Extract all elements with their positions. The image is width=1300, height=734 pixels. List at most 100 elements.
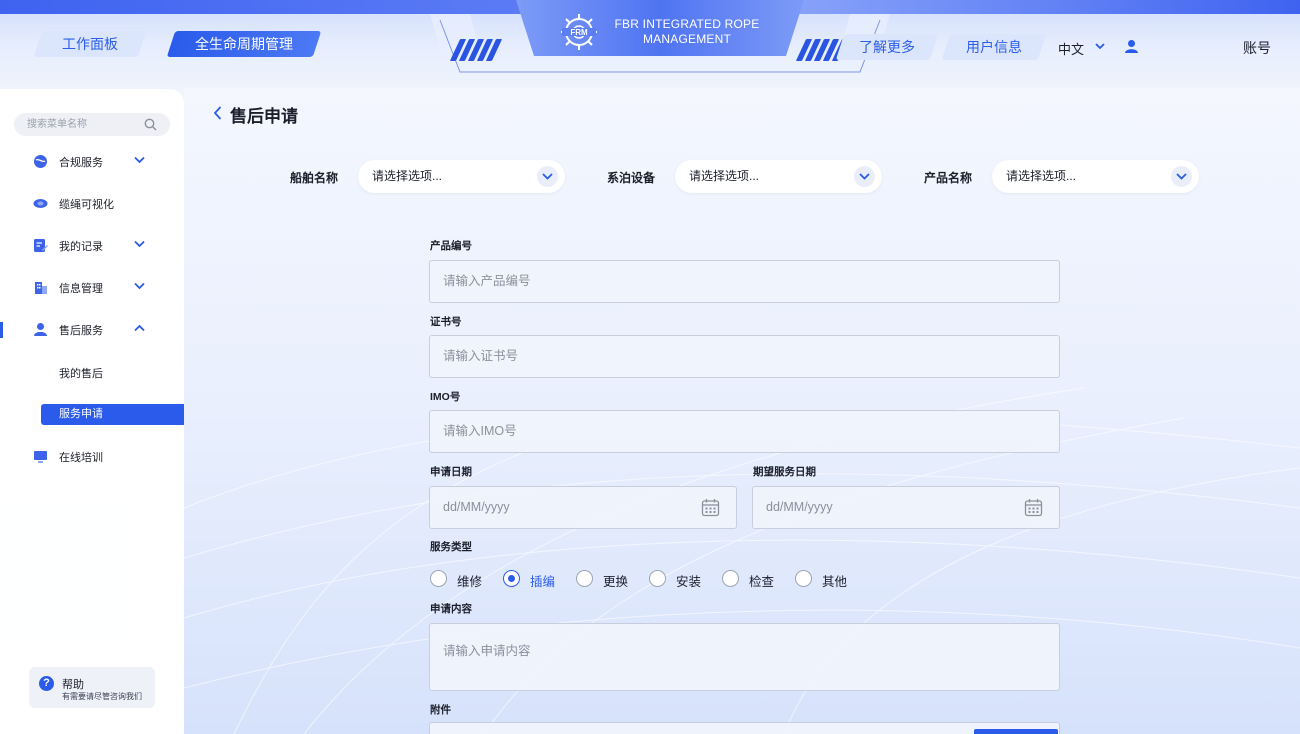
radio-label: 更换 (603, 575, 629, 589)
content-label: 申请内容 (430, 603, 472, 615)
product-no-placeholder: 请输入产品编号 (443, 274, 531, 288)
filter-mooring-value: 请选择选项... (689, 169, 760, 183)
sidebar-item-online-training[interactable]: 在线培训 (0, 444, 184, 468)
tab-workbench-label: 工作面板 (62, 36, 118, 52)
expect-date-input[interactable]: dd/MM/yyyy (752, 486, 1060, 529)
filter-product-value: 请选择选项... (1006, 169, 1077, 183)
radio-label: 维修 (457, 575, 483, 589)
sidebar-item-label: 售后服务 (59, 325, 103, 337)
cert-no-placeholder: 请输入证书号 (443, 349, 519, 363)
product-no-label: 产品编号 (430, 240, 472, 252)
language-label: 中文 (1058, 42, 1085, 57)
dropdown-button[interactable] (537, 166, 558, 187)
back-chevron-icon[interactable] (213, 106, 222, 120)
sidebar-item-info-management[interactable]: 信息管理 (0, 275, 184, 299)
menu-search-input[interactable]: 搜索菜单名称 (14, 113, 170, 136)
record-icon (34, 239, 48, 252)
user-info-label: 用户信息 (966, 39, 1022, 55)
help-icon: ? (39, 676, 54, 691)
radio-circle[interactable] (795, 570, 812, 587)
globe-icon (34, 155, 47, 168)
filter-mooring-select[interactable]: 请选择选项... (675, 160, 882, 193)
imo-label: IMO号 (430, 391, 461, 403)
page-title: 售后申请 (230, 107, 298, 126)
learn-more-link[interactable]: 了解更多 (835, 34, 939, 60)
cert-no-input[interactable]: 请输入证书号 (429, 335, 1060, 378)
banner-stripes-left (449, 39, 503, 61)
user-icon[interactable] (1124, 39, 1139, 54)
radio-circle[interactable] (576, 570, 593, 587)
chevron-down-icon (134, 156, 145, 164)
sidebar-item-label: 合规服务 (59, 157, 103, 169)
imo-input[interactable]: 请输入IMO号 (429, 410, 1060, 453)
user-info-link[interactable]: 用户信息 (941, 34, 1047, 60)
tab-lifecycle-label: 全生命周期管理 (195, 36, 293, 52)
search-icon[interactable] (144, 118, 157, 131)
filter-product-select[interactable]: 请选择选项... (992, 160, 1199, 193)
sidebar-item-label: 在线培训 (59, 452, 103, 464)
attachment-field[interactable] (429, 722, 1060, 734)
service-type-label: 服务类型 (430, 541, 472, 553)
filter-label-product: 产品名称 (924, 171, 973, 185)
radio-label: 其他 (822, 575, 848, 589)
upload-button[interactable] (974, 729, 1058, 734)
radio-label: 检查 (749, 575, 775, 589)
dropdown-button[interactable] (1171, 166, 1192, 187)
rope-icon (33, 199, 48, 208)
expect-date-label: 期望服务日期 (753, 466, 816, 478)
sidebar-item-after-sales[interactable]: 售后服务 (0, 317, 184, 341)
radio-circle[interactable] (722, 570, 739, 587)
content-textarea[interactable]: 请输入申请内容 (429, 623, 1060, 691)
help-card[interactable]: ? 帮助 有需要请尽管咨询我们 (29, 667, 155, 708)
logo-text: FBR INTEGRATED ROPE MANAGEMENT (612, 17, 762, 47)
filter-vessel-value: 请选择选项... (372, 169, 443, 183)
chevron-up-icon (134, 324, 145, 332)
radio-circle[interactable] (649, 570, 666, 587)
apply-date-input[interactable]: dd/MM/yyyy (429, 486, 737, 529)
cert-no-label: 证书号 (430, 316, 462, 328)
user-icon (34, 323, 47, 336)
apply-date-placeholder: dd/MM/yyyy (443, 500, 510, 514)
filter-vessel-select[interactable]: 请选择选项... (358, 160, 565, 193)
sidebar-item-label: 缆绳可视化 (59, 199, 114, 211)
monitor-icon (34, 451, 47, 463)
chevron-down-icon (859, 173, 870, 180)
sidebar-subitem-service-request[interactable]: 服务申请 (41, 404, 184, 425)
imo-placeholder: 请输入IMO号 (443, 424, 517, 438)
sidebar-item-compliance[interactable]: 合规服务 (0, 149, 184, 173)
sidebar: 搜索菜单名称 合规服务 缆绳可视化 我的记录 信息管理 售后服务 我的售后 服务… (0, 89, 184, 734)
sidebar-subitem-my-after-sales[interactable]: 我的售后 (59, 365, 103, 381)
tab-workbench[interactable]: 工作面板 (33, 31, 147, 57)
sidebar-item-rope-visual[interactable]: 缆绳可视化 (0, 191, 184, 215)
learn-more-label: 了解更多 (859, 39, 915, 55)
sidebar-item-records[interactable]: 我的记录 (0, 233, 184, 257)
content-placeholder: 请输入申请内容 (443, 644, 531, 658)
chevron-down-icon (542, 173, 553, 180)
logo-line-2: MANAGEMENT (642, 32, 731, 46)
logo-line-1: FBR INTEGRATED ROPE (614, 17, 760, 31)
filter-label-mooring: 系泊设备 (607, 171, 656, 185)
logo-wheel-icon: FRM (561, 14, 597, 50)
radio-label: 插编 (530, 575, 556, 589)
radio-circle[interactable] (430, 570, 447, 587)
attachment-label: 附件 (430, 704, 451, 716)
sidebar-item-label: 我的记录 (59, 241, 103, 253)
radio-circle[interactable] (503, 570, 520, 587)
language-select[interactable]: 中文 (1058, 39, 1105, 58)
sidebar-item-label: 信息管理 (59, 283, 103, 295)
dropdown-button[interactable] (854, 166, 875, 187)
building-icon (35, 282, 47, 294)
calendar-icon[interactable] (1024, 498, 1043, 517)
tab-lifecycle[interactable]: 全生命周期管理 (166, 31, 322, 57)
product-no-input[interactable]: 请输入产品编号 (429, 260, 1060, 303)
menu-search-placeholder: 搜索菜单名称 (27, 119, 87, 130)
filter-label-vessel: 船舶名称 (290, 171, 339, 185)
help-title: 帮助 (62, 679, 84, 691)
calendar-icon[interactable] (701, 498, 720, 517)
help-subtitle: 有需要请尽管咨询我们 (62, 692, 142, 701)
chevron-down-icon (134, 240, 145, 248)
apply-date-label: 申请日期 (430, 466, 472, 478)
expect-date-placeholder: dd/MM/yyyy (766, 500, 833, 514)
chevron-down-icon (134, 282, 145, 290)
account-link[interactable]: 账号 (1243, 38, 1271, 58)
